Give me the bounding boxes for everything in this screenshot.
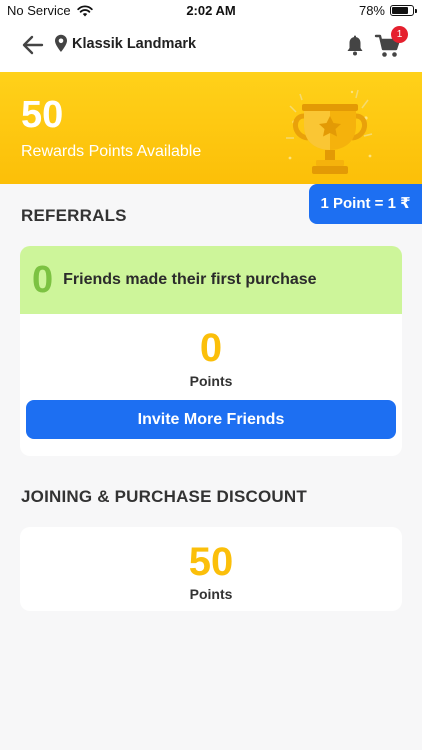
friends-count: 0 bbox=[32, 258, 54, 301]
battery-icon bbox=[390, 5, 417, 16]
location-selector[interactable]: Klassik Landmark bbox=[54, 34, 196, 53]
points-rate-badge: 1 Point = 1 ₹ bbox=[309, 184, 422, 224]
location-pin-icon bbox=[55, 34, 67, 52]
back-button[interactable] bbox=[20, 32, 46, 58]
cart-button[interactable]: 1 bbox=[374, 26, 408, 60]
location-title: Klassik Landmark bbox=[72, 35, 197, 52]
battery-fill bbox=[392, 7, 408, 14]
invite-friends-button[interactable]: Invite More Friends bbox=[26, 400, 396, 439]
cart-count-badge: 1 bbox=[391, 26, 408, 43]
battery-percent: 78% bbox=[358, 3, 385, 18]
rewards-banner: 50 Rewards Points Available bbox=[0, 72, 422, 184]
bell-icon bbox=[347, 35, 363, 56]
friends-purchase-label: Friends made their first purchase bbox=[63, 271, 317, 288]
referral-points-value: 0 bbox=[199, 326, 223, 370]
app-header: Klassik Landmark 1 bbox=[0, 22, 422, 72]
referrals-card: 0 Friends made their first purchase 0 Po… bbox=[20, 246, 402, 456]
joining-discount-heading: JOINING & PURCHASE DISCOUNT bbox=[21, 487, 307, 506]
joining-points-value: 50 bbox=[188, 540, 234, 584]
referral-points-label: Points bbox=[189, 373, 233, 389]
joining-discount-card: 50 Points bbox=[20, 527, 402, 611]
trophy-icon bbox=[286, 89, 373, 174]
joining-points-label: Points bbox=[189, 586, 233, 602]
rewards-points-caption: Rewards Points Available bbox=[21, 143, 202, 160]
referrals-heading: REFERRALS bbox=[21, 206, 127, 225]
battery-group: 78% bbox=[358, 3, 417, 18]
back-arrow-icon bbox=[22, 35, 44, 55]
rewards-points-value: 50 bbox=[21, 94, 64, 136]
notifications-button[interactable] bbox=[343, 34, 367, 58]
status-bar: No Service 2:02 AM 78% bbox=[0, 0, 422, 22]
friends-purchase-banner: 0 Friends made their first purchase bbox=[20, 246, 402, 314]
